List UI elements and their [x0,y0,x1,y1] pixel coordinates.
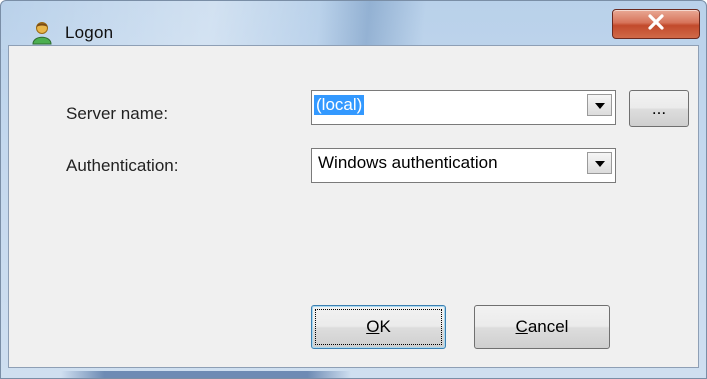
cancel-button[interactable]: Cancel [474,305,610,349]
cancel-button-label: Cancel [515,317,569,336]
ok-button-label: OK [366,317,391,336]
window-title: Logon [65,23,114,42]
authentication-combobox[interactable]: Windows authentication [311,148,616,183]
server-name-combobox[interactable]: (local) [311,90,616,125]
window-frame-shadow [61,371,351,378]
browse-button-label: ... [651,98,667,118]
authentication-value: Windows authentication [318,153,498,172]
close-button[interactable] [612,9,700,39]
close-icon [647,13,665,35]
ok-button[interactable]: OK [311,305,446,349]
browse-servers-button[interactable]: ... [629,90,689,127]
user-icon [31,21,53,45]
server-name-label: Server name: [66,104,169,123]
authentication-dropdown-button[interactable] [587,152,612,174]
dialog-body: Server name: (local) ... Authentication:… [8,45,699,368]
server-name-value[interactable]: (local) [314,95,365,115]
title-bar[interactable]: Logon [1,1,706,45]
logon-dialog: Logon Server name: (local) ... Authentic… [0,0,707,379]
chevron-down-icon [594,96,605,114]
server-name-dropdown-button[interactable] [587,94,612,116]
authentication-label: Authentication: [66,156,179,175]
chevron-down-icon [594,154,605,172]
